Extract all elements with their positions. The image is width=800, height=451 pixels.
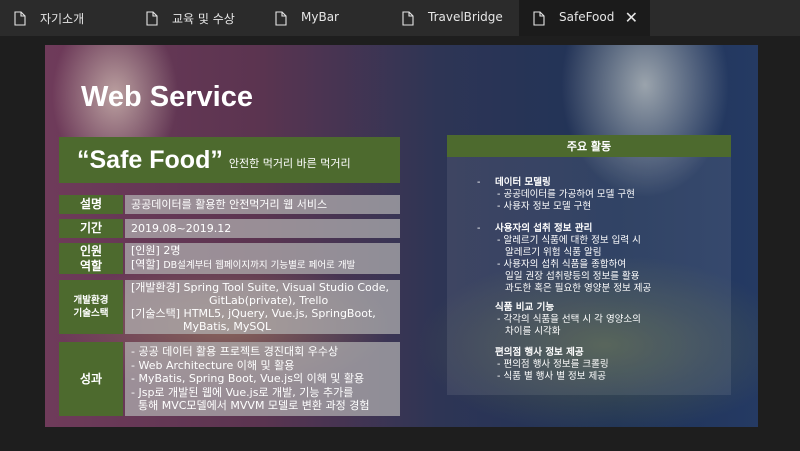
- tab-bar: 자기소개 교육 및 수상 MyBar TravelBridge SafeFood…: [0, 0, 800, 36]
- activity-title: 식품 비교 기능: [495, 302, 555, 313]
- value-text: [개발환경] Spring Tool Suite, Visual Studio …: [131, 281, 390, 294]
- activity-detail: 과도한 혹은 필요한 영양분 정보 제공: [505, 283, 652, 294]
- activity-detail: - 사용자의 섭취 식품을 종합하여: [497, 259, 627, 270]
- value-text: MyBatis, MySQL: [183, 320, 272, 333]
- value-environment-stack: [개발환경] Spring Tool Suite, Visual Studio …: [125, 280, 400, 334]
- value-description: 공공데이터를 활용한 안전먹거리 웹 서비스: [125, 195, 400, 214]
- project-banner: “Safe Food” 안전한 먹거리 바른 먹거리: [59, 137, 400, 183]
- result-item: - Jsp로 개발된 웹에 Vue.js로 개발, 기능 추가를: [131, 385, 354, 399]
- project-name: “Safe Food”: [77, 145, 223, 174]
- label-text: 설명: [79, 197, 103, 211]
- value-team-role: [인원] 2명 [역할] DB설계부터 웹페이지까지 기능별로 페어로 개발: [125, 243, 400, 274]
- label-text: 기술스택: [73, 308, 109, 319]
- document-icon: [275, 11, 287, 26]
- activity-detail: - 알레르기 식품에 대한 정보 입력 시: [497, 235, 641, 246]
- activity-title: 편의점 행사 정보 제공: [495, 347, 584, 358]
- value-results: - 공공 데이터 활용 프로젝트 경진대회 우수상 - Web Architec…: [125, 342, 400, 416]
- value-period: 2019.08~2019.12: [125, 219, 400, 238]
- tab-self-introduction[interactable]: 자기소개: [0, 0, 132, 36]
- label-period: 기간: [59, 219, 123, 238]
- document-icon: [533, 11, 545, 26]
- label-environment-stack: 개발환경 기술스택: [59, 280, 123, 334]
- document-icon: [146, 11, 158, 26]
- activity-detail: 차이를 시각화: [505, 326, 561, 337]
- activity-item: - 사용자의 섭취 정보 관리 - 알레르기 식품에 대한 정보 입력 시 알레…: [477, 223, 652, 295]
- document-icon: [14, 11, 26, 26]
- label-description: 설명: [59, 195, 123, 214]
- bullet: -: [477, 223, 481, 234]
- result-item: - 공공 데이터 활용 프로젝트 경진대회 우수상: [131, 345, 339, 359]
- tab-mybar[interactable]: MyBar: [261, 0, 388, 36]
- label-text: 역할: [79, 258, 103, 273]
- activity-title: 사용자의 섭취 정보 관리: [495, 223, 593, 234]
- result-item: - Web Architecture 이해 및 활용: [131, 358, 295, 372]
- value-text: [인원] 2명: [131, 244, 181, 257]
- result-item: - MyBatis, Spring Boot, Vue.js의 이해 및 활용: [131, 372, 365, 386]
- tab-education-awards[interactable]: 교육 및 수상: [132, 0, 261, 36]
- result-item: 통해 MVC모델에서 MVVM 모델로 변환 과정 경험: [131, 399, 370, 413]
- activity-detail: - 각각의 식품을 선택 시 각 영양소의: [497, 314, 641, 325]
- tab-label: TravelBridge: [428, 10, 503, 24]
- tab-label: SafeFood: [559, 10, 615, 24]
- activity-detail: 일일 권장 섭취량등의 정보를 활용: [505, 271, 640, 282]
- activity-detail: - 식품 별 행사 별 정보 제공: [497, 371, 606, 382]
- tab-label: MyBar: [301, 10, 339, 24]
- tab-label: 교육 및 수상: [172, 12, 235, 26]
- document-icon: [402, 11, 414, 26]
- activity-item: - 데이터 모델링 - 공공데이터를 가공하여 모델 구현 - 사용자 정보 모…: [477, 177, 635, 213]
- tab-safefood[interactable]: SafeFood ✕: [519, 0, 650, 36]
- slide: Web Service “Safe Food” 안전한 먹거리 바른 먹거리 설…: [45, 45, 758, 427]
- value-text: 공공데이터를 활용한 안전먹거리 웹 서비스: [131, 197, 328, 211]
- activity-title: 데이터 모델링: [495, 177, 551, 188]
- label-text: 인원: [79, 243, 103, 258]
- value-text: [역할] DB설계부터 웹페이지까지 기능별로 페어로 개발: [131, 258, 400, 273]
- activity-detail: 알레르기 위험 식품 알림: [505, 247, 602, 258]
- tab-travelbridge[interactable]: TravelBridge: [388, 0, 519, 36]
- label-results: 성과: [59, 342, 123, 416]
- activity-detail: - 편의점 행사 정보를 크롤링: [497, 359, 609, 370]
- label-team-role: 인원 역할: [59, 243, 123, 274]
- project-tagline: 안전한 먹거리 바른 먹거리: [228, 157, 351, 170]
- label-text: 성과: [79, 371, 103, 386]
- value-text: [기술스택] HTML5, jQuery, Vue.js, SpringBoot…: [131, 307, 376, 320]
- activities-panel: - 데이터 모델링 - 공공데이터를 가공하여 모델 구현 - 사용자 정보 모…: [447, 157, 731, 395]
- close-icon[interactable]: ✕: [625, 8, 638, 27]
- value-text: GitLab(private), Trello: [209, 294, 329, 307]
- bullet: -: [477, 177, 481, 188]
- activity-item: 식품 비교 기능 - 각각의 식품을 선택 시 각 영양소의 차이를 시각화: [495, 302, 641, 338]
- value-prefix: [역할]: [131, 258, 160, 271]
- activity-detail: - 사용자 정보 모델 구현: [497, 201, 592, 212]
- label-text: 개발환경: [73, 295, 109, 306]
- activity-detail: - 공공데이터를 가공하여 모델 구현: [497, 189, 635, 200]
- label-text: 기간: [79, 221, 103, 235]
- tab-label: 자기소개: [40, 12, 85, 26]
- value-detail: DB설계부터 웹페이지까지 기능별로 페어로 개발: [163, 260, 356, 271]
- slide-title: Web Service: [81, 81, 253, 113]
- activities-header: 주요 활동: [447, 135, 731, 157]
- activity-item: 편의점 행사 정보 제공 - 편의점 행사 정보를 크롤링 - 식품 별 행사 …: [495, 347, 609, 383]
- value-text: 2019.08~2019.12: [131, 221, 232, 235]
